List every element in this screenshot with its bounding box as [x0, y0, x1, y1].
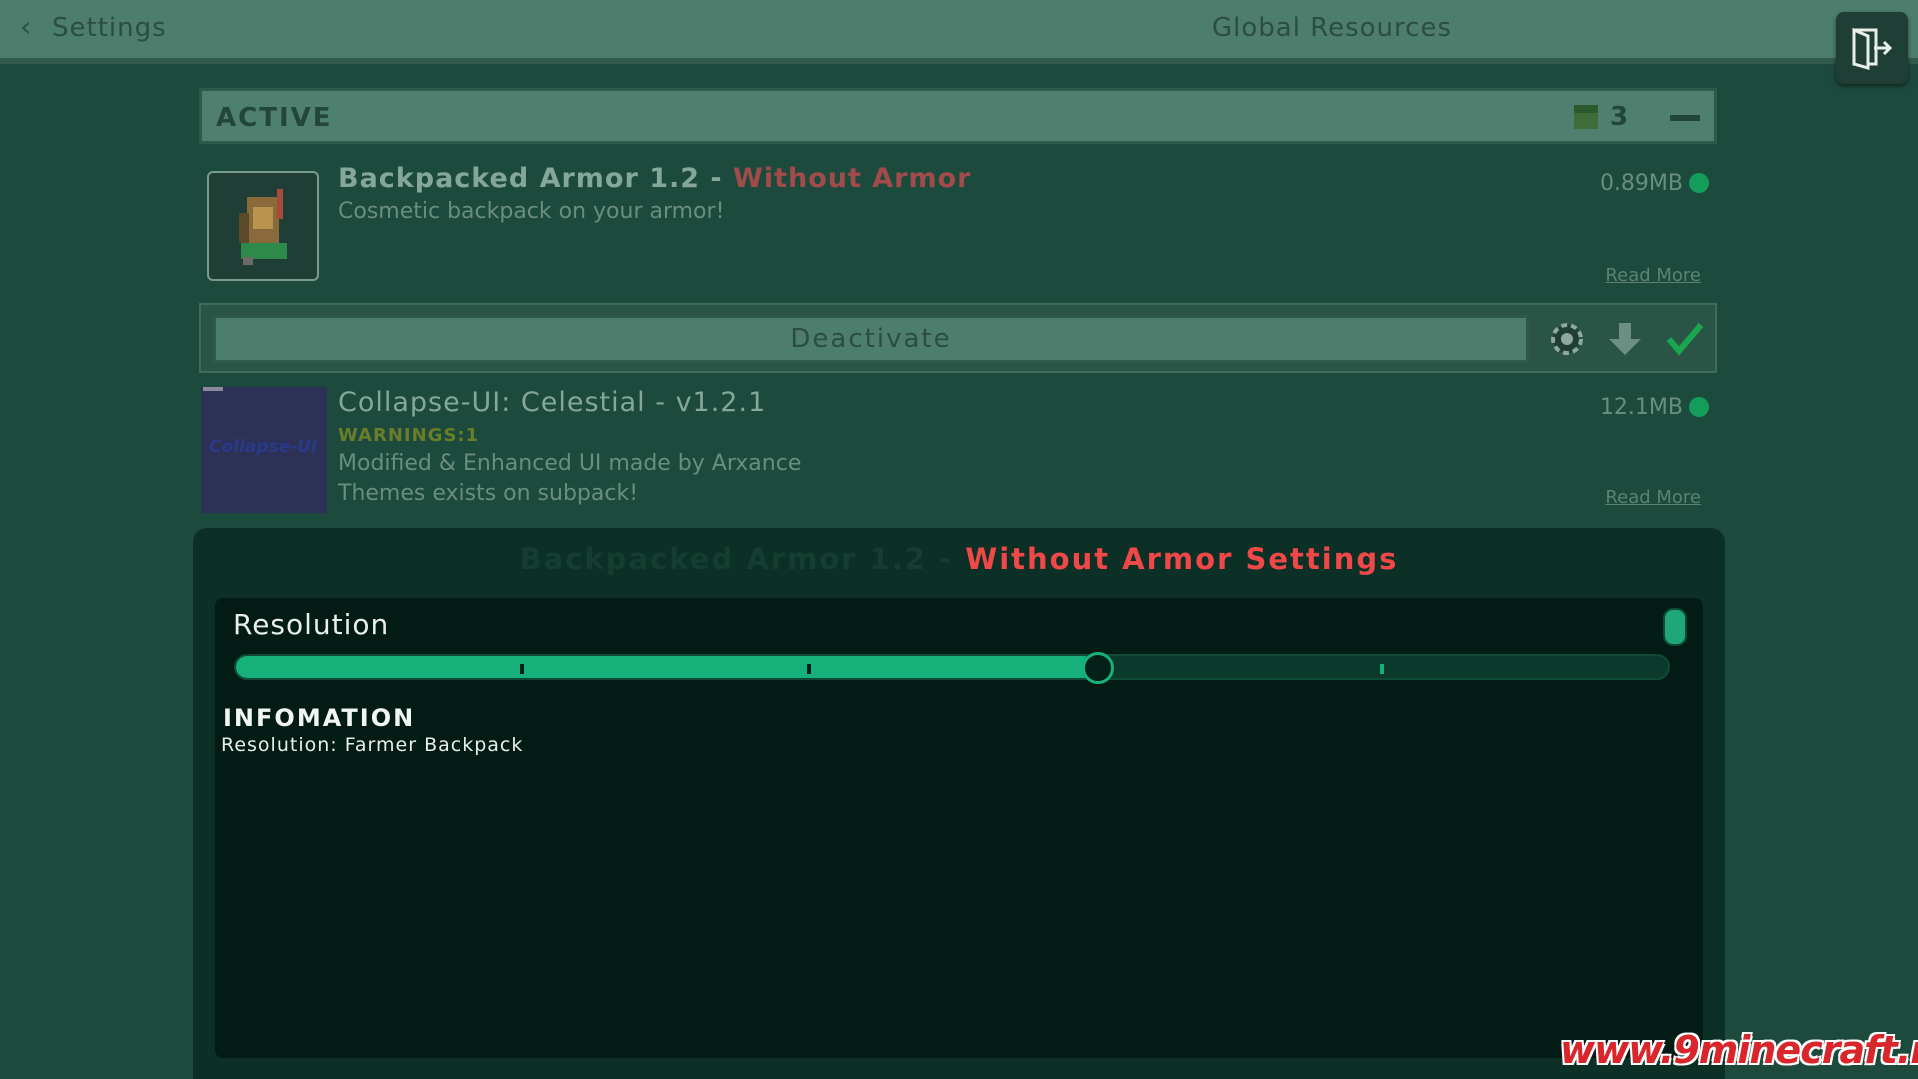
pack-item-backpacked-armor[interactable]: Backpacked Armor 1.2 - Without Armor Cos…: [199, 163, 1717, 289]
read-more-link[interactable]: Read More: [1605, 265, 1701, 286]
pack-size: 0.89MB: [1599, 171, 1683, 196]
grass-block-icon: [1574, 105, 1598, 129]
read-more-link[interactable]: Read More: [1605, 487, 1701, 508]
pack-size: 12.1MB: [1599, 395, 1683, 420]
pack-description-line: Modified & Enhanced UI made by Arxance: [338, 451, 802, 476]
pack-title: Collapse-UI: Celestial - v1.2.1: [338, 387, 767, 418]
backpack-icon: [239, 189, 287, 265]
active-section-header[interactable]: ACTIVE 3: [199, 88, 1717, 144]
slider-step-tick: [520, 664, 525, 674]
pack-actions-row: Deactivate: [199, 303, 1717, 373]
deactivate-button[interactable]: Deactivate: [213, 315, 1529, 363]
slider-fill: [236, 656, 1096, 678]
watermark: www.9minecraft.net: [1560, 1028, 1918, 1072]
pack-description: Cosmetic backpack on your armor!: [338, 199, 725, 224]
setting-indicator: [1663, 608, 1687, 646]
status-dot: [1689, 397, 1709, 417]
check-icon[interactable]: [1661, 315, 1709, 363]
slider-handle[interactable]: [1082, 652, 1115, 684]
download-arrow-icon[interactable]: [1601, 315, 1649, 363]
information-heading: INFOMATION: [223, 704, 416, 732]
pack-icon: [207, 171, 319, 281]
back-chevron-icon[interactable]: ‹: [20, 10, 31, 43]
pack-icon-logo: Collapse-UI: [209, 437, 318, 457]
top-bar: ‹ Settings Global Resources: [0, 0, 1918, 64]
settings-title: Backpacked Armor 1.2 - Without Armor Set…: [193, 542, 1725, 576]
page-title: Global Resources: [1212, 13, 1452, 43]
warnings-label: WARNINGS:1: [338, 425, 480, 446]
pack-title-main: Backpacked Armor 1.2 -: [338, 163, 734, 194]
minus-icon[interactable]: [1670, 115, 1700, 121]
pack-icon: Collapse-UI: [201, 387, 327, 513]
resolution-label: Resolution: [233, 608, 390, 641]
status-dot: [1689, 173, 1709, 193]
pack-title-accent: Without Armor: [733, 163, 972, 194]
active-count: 3: [1610, 102, 1629, 132]
settings-title-pack: Backpacked Armor 1.2 -: [519, 542, 966, 576]
settings-panel: Backpacked Armor 1.2 - Without Armor Set…: [193, 528, 1725, 1079]
information-text: Resolution: Farmer Backpack: [221, 734, 524, 756]
active-label: ACTIVE: [216, 103, 333, 133]
pack-title: Backpacked Armor 1.2 - Without Armor: [338, 163, 971, 194]
exit-button[interactable]: [1836, 12, 1908, 84]
settings-title-accent: Without Armor Settings: [965, 542, 1399, 576]
pack-description-line: Themes exists on subpack!: [338, 481, 639, 506]
back-button[interactable]: Settings: [52, 13, 167, 43]
settings-content: Resolution INFOMATION Resolution: Farmer…: [215, 598, 1703, 1058]
slider-step-tick: [1379, 664, 1384, 674]
gear-icon[interactable]: [1543, 315, 1591, 363]
pack-item-collapse-ui[interactable]: Collapse-UI Collapse-UI: Celestial - v1.…: [199, 387, 1717, 513]
pack-icon-decoration: [203, 387, 223, 391]
exit-door-icon: [1852, 27, 1893, 70]
resolution-slider[interactable]: [234, 652, 1670, 684]
slider-step-tick: [806, 664, 811, 674]
